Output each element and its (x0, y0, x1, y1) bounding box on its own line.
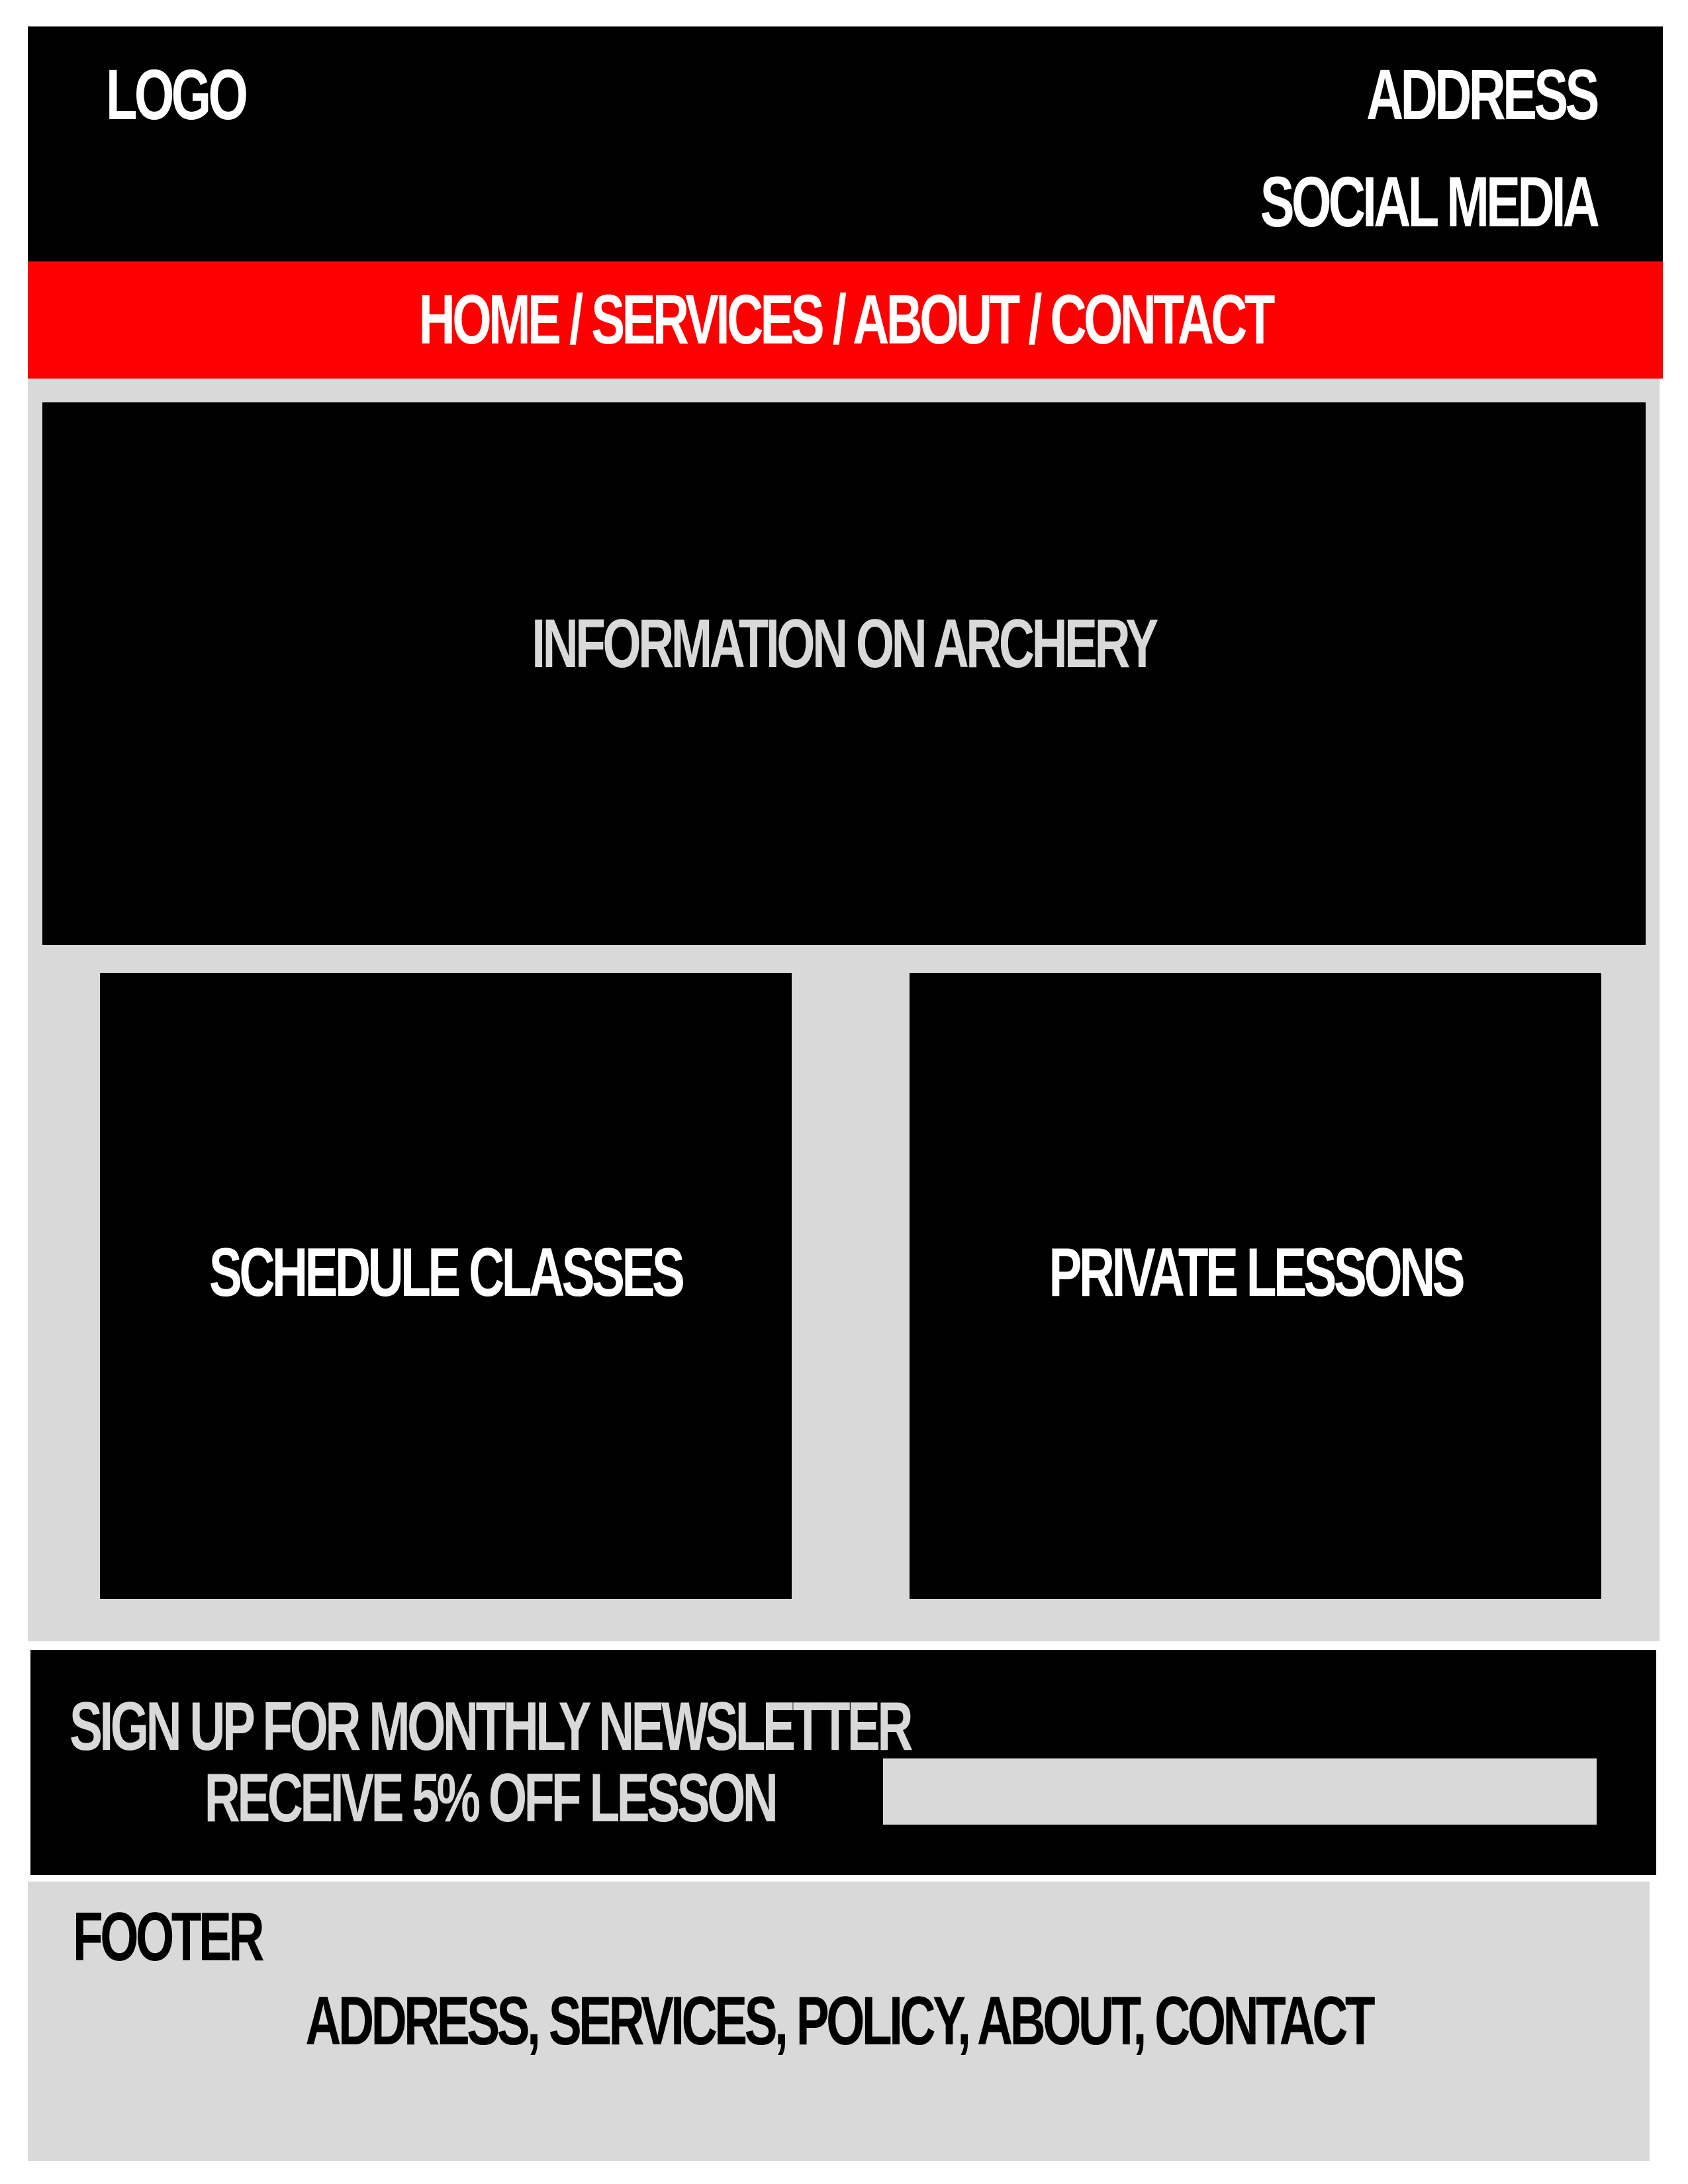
nav-links-text[interactable]: HOME / SERVICES / ABOUT / CONTACT (418, 280, 1275, 360)
header-social-media[interactable]: SOCIAL MEDIA (1260, 160, 1599, 243)
schedule-classes-card[interactable]: SCHEDULE CLASSES (100, 973, 792, 1599)
newsletter-email-input[interactable] (883, 1758, 1597, 1825)
hero-archery-info[interactable]: INFORMATION ON ARCHERY (42, 402, 1646, 945)
nav-bar: HOME / SERVICES / ABOUT / CONTACT (28, 261, 1663, 379)
header-address: ADDRESS (1366, 54, 1599, 134)
private-lessons-card[interactable]: PRIVATE LESSONS (910, 973, 1601, 1599)
footer-links[interactable]: ADDRESS, SERVICES, POLICY, ABOUT, CONTAC… (28, 1982, 1650, 2061)
newsletter-line-2: RECEIVE 5% OFF LESSON (204, 1760, 778, 1837)
logo[interactable]: LOGO (106, 53, 248, 136)
nav-links[interactable]: HOME / SERVICES / ABOUT / CONTACT (28, 261, 1663, 379)
newsletter-text: SIGN UP FOR MONTHLY NEWSLETTER RECEIVE 5… (70, 1691, 914, 1837)
schedule-classes-label: SCHEDULE CLASSES (209, 1234, 685, 1311)
hero-label: INFORMATION ON ARCHERY (532, 605, 1159, 682)
private-lessons-label: PRIVATE LESSONS (1049, 1234, 1465, 1311)
newsletter-line-1: SIGN UP FOR MONTHLY NEWSLETTER (69, 1688, 914, 1765)
footer-links-text[interactable]: ADDRESS, SERVICES, POLICY, ABOUT, CONTAC… (305, 1982, 1375, 2061)
footer-title: FOOTER (73, 1899, 265, 1976)
